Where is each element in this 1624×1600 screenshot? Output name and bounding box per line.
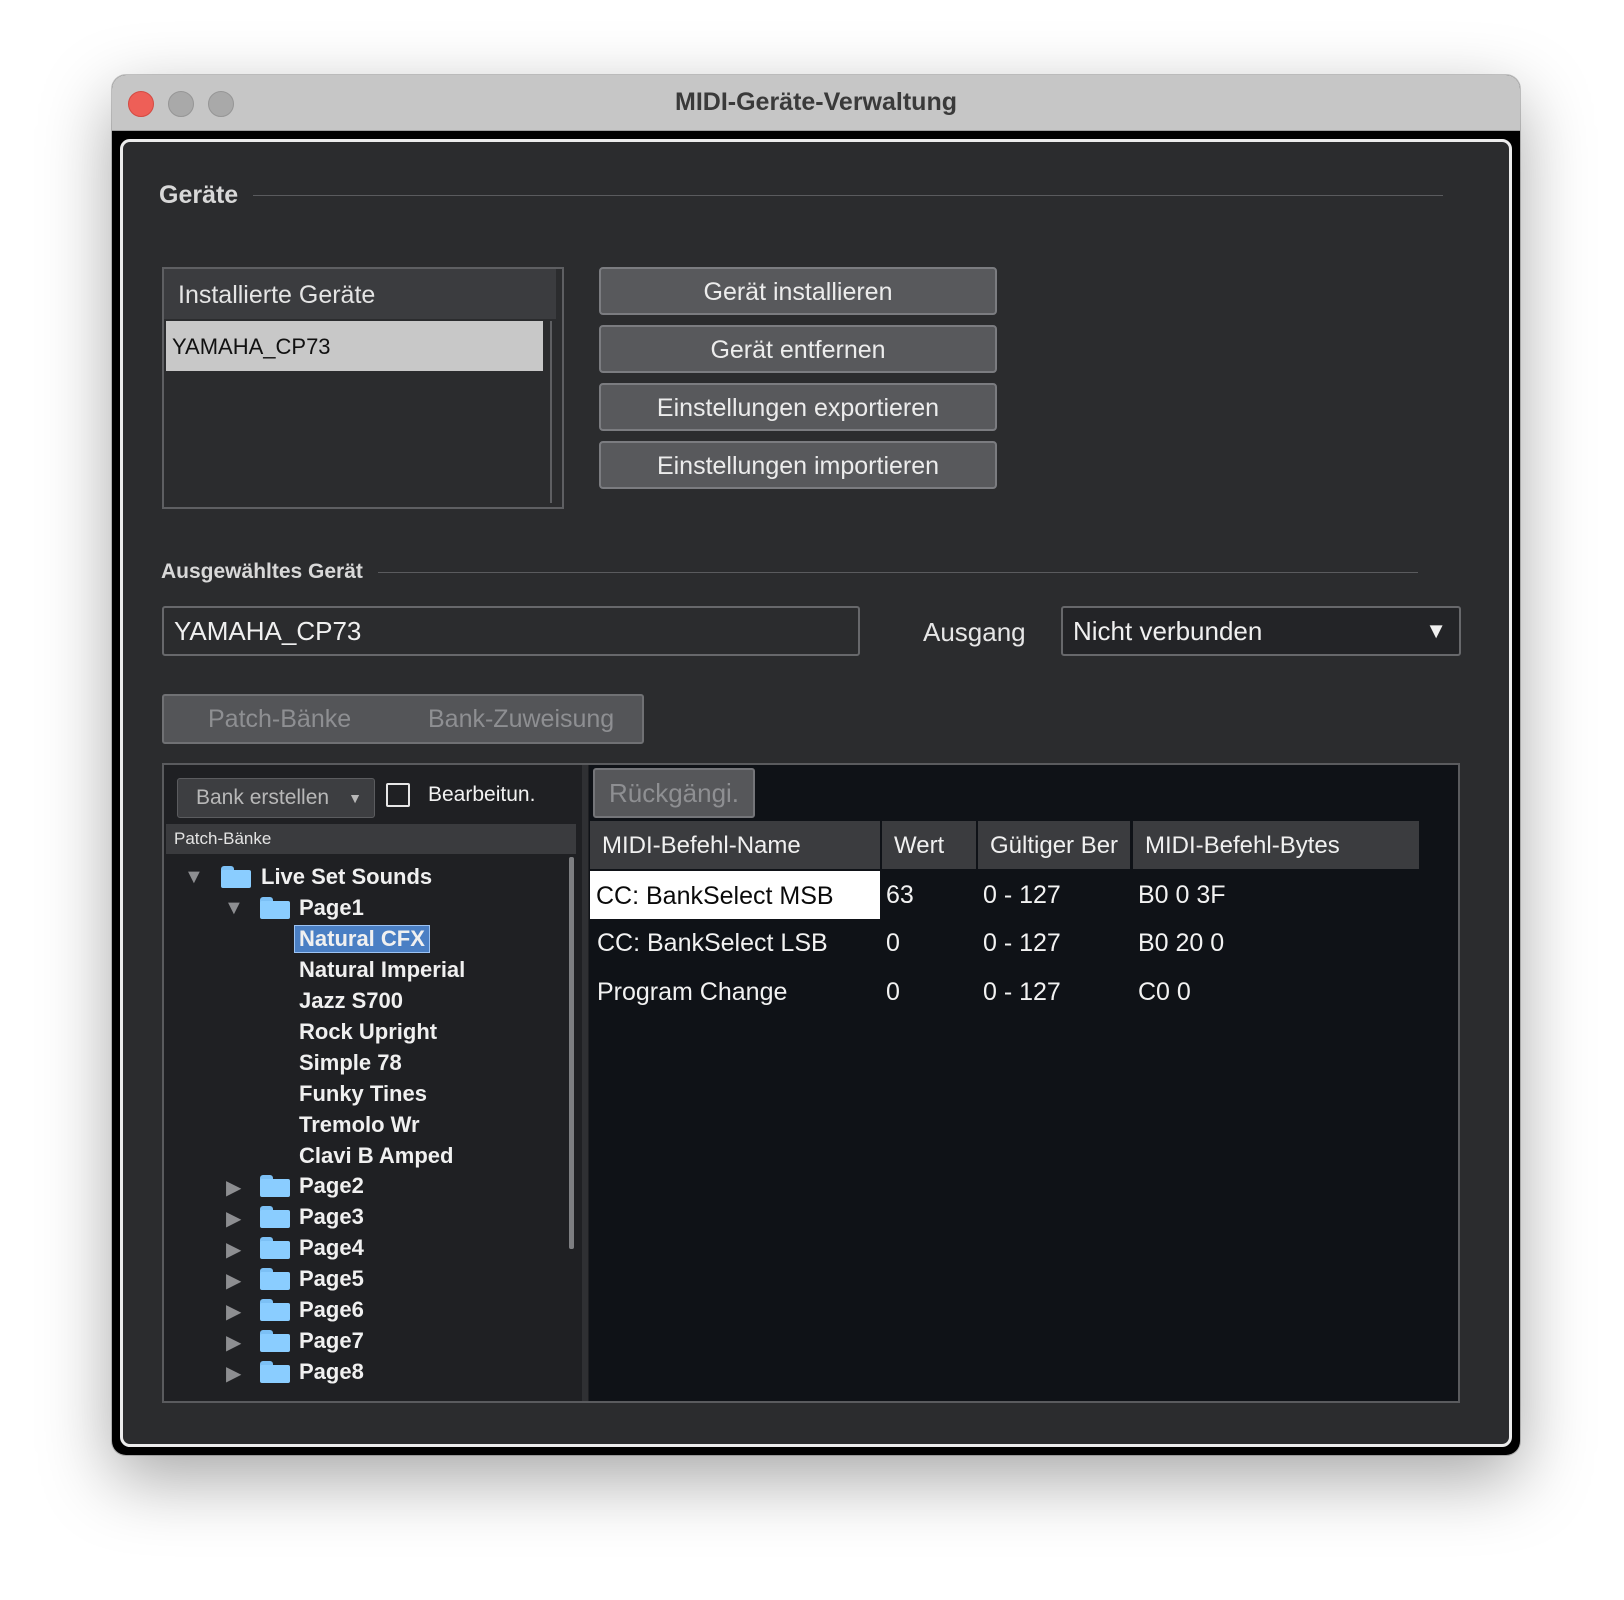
table-cell-range[interactable]: 0 - 127 <box>983 881 1061 910</box>
folder-icon <box>260 1237 290 1259</box>
table-cell-value[interactable]: 63 <box>886 881 914 910</box>
midi-device-manager-window: MIDI-Geräte-Verwaltung Geräte Installier… <box>112 75 1520 1455</box>
folder-icon <box>260 897 290 919</box>
patch-item[interactable]: Natural Imperial <box>299 957 465 983</box>
collapsed-arrow-icon[interactable]: ▶ <box>226 1206 241 1231</box>
collapsed-arrow-icon[interactable]: ▶ <box>226 1361 241 1386</box>
table-cell-value[interactable]: 0 <box>886 978 900 1007</box>
patch-item[interactable]: Natural CFX <box>294 925 430 953</box>
folder-icon <box>260 1206 290 1228</box>
edit-checkbox-label: Bearbeitun. <box>428 783 536 806</box>
patch-item[interactable]: Simple 78 <box>299 1050 402 1076</box>
folder-icon <box>260 1330 290 1352</box>
tree-root-live-set-sounds[interactable]: Live Set Sounds <box>261 864 432 890</box>
collapsed-arrow-icon[interactable]: ▶ <box>226 1237 241 1262</box>
patch-item[interactable]: Rock Upright <box>299 1019 437 1045</box>
export-settings-button[interactable]: Einstellungen exportieren <box>599 383 997 431</box>
folder-icon <box>260 1175 290 1197</box>
output-select-value: Nicht verbunden <box>1073 616 1263 646</box>
expanded-arrow-icon[interactable]: ▼ <box>184 866 204 889</box>
column-header-name[interactable]: MIDI-Befehl-Name <box>590 821 880 869</box>
tree-page[interactable]: Page6 <box>299 1297 364 1323</box>
list-scrollbar[interactable] <box>550 321 552 503</box>
patch-bank-pane: Bank erstellen ▼ Bearbeitun. Patch-Bänke… <box>164 765 589 1401</box>
tree-page1[interactable]: Page1 <box>299 895 364 921</box>
collapsed-arrow-icon[interactable]: ▶ <box>226 1330 241 1355</box>
folder-icon <box>260 1268 290 1290</box>
table-cell-name[interactable]: Program Change <box>597 978 787 1007</box>
patch-item[interactable]: Funky Tines <box>299 1081 427 1107</box>
table-cell-range[interactable]: 0 - 127 <box>983 929 1061 958</box>
edit-checkbox[interactable] <box>386 783 410 807</box>
expanded-arrow-icon[interactable]: ▼ <box>224 897 244 920</box>
table-cell-bytes[interactable]: C0 0 <box>1138 978 1191 1007</box>
column-header-bytes[interactable]: MIDI-Befehl-Bytes <box>1133 821 1419 869</box>
devices-group-title: Geräte <box>159 181 239 209</box>
folder-icon <box>260 1299 290 1321</box>
tab-patch-banks[interactable]: Patch-Bänke <box>208 696 351 742</box>
tree-page[interactable]: Page4 <box>299 1235 364 1261</box>
tree-page[interactable]: Page7 <box>299 1328 364 1354</box>
tree-page[interactable]: Page2 <box>299 1173 364 1199</box>
installed-device-item[interactable]: YAMAHA_CP73 <box>166 321 543 371</box>
window-title: MIDI-Geräte-Verwaltung <box>675 88 957 116</box>
tab-bar: Patch-Bänke Bank-Zuweisung <box>162 694 644 744</box>
column-header-range[interactable]: Gültiger Ber <box>978 821 1130 869</box>
install-device-button[interactable]: Gerät installieren <box>599 267 997 315</box>
import-settings-button[interactable]: Einstellungen importieren <box>599 441 997 489</box>
collapsed-arrow-icon[interactable]: ▶ <box>226 1268 241 1293</box>
dropdown-arrow-icon: ▼ <box>1425 618 1447 643</box>
table-cell-value[interactable]: 0 <box>886 929 900 958</box>
tab-bank-assignment[interactable]: Bank-Zuweisung <box>428 696 614 742</box>
tree-page[interactable]: Page8 <box>299 1359 364 1385</box>
table-cell-name[interactable]: CC: BankSelect MSB <box>590 871 880 919</box>
collapsed-arrow-icon[interactable]: ▶ <box>226 1175 241 1200</box>
tree-page[interactable]: Page5 <box>299 1266 364 1292</box>
selected-device-group-title: Ausgewähltes Gerät <box>161 560 363 583</box>
chevron-down-icon: ▼ <box>348 790 362 806</box>
create-bank-label: Bank erstellen <box>196 786 330 809</box>
pane-splitter[interactable] <box>582 765 588 1401</box>
table-cell-bytes[interactable]: B0 20 0 <box>1138 929 1224 958</box>
column-header-value[interactable]: Wert <box>882 821 976 869</box>
patch-item[interactable]: Clavi B Amped <box>299 1143 453 1169</box>
device-name-field[interactable]: YAMAHA_CP73 <box>162 606 860 656</box>
undo-button[interactable]: Rückgängi. <box>593 768 755 818</box>
editor-area: Bank erstellen ▼ Bearbeitun. Patch-Bänke… <box>162 763 1460 1403</box>
patch-item[interactable]: Jazz S700 <box>299 988 403 1014</box>
devices-divider <box>253 195 1443 196</box>
patch-banks-header: Patch-Bänke <box>166 824 576 854</box>
create-bank-dropdown[interactable]: Bank erstellen ▼ <box>177 778 375 818</box>
table-cell-range[interactable]: 0 - 127 <box>983 978 1061 1007</box>
tree-page[interactable]: Page3 <box>299 1204 364 1230</box>
selected-device-divider <box>378 572 1418 573</box>
collapsed-arrow-icon[interactable]: ▶ <box>226 1299 241 1324</box>
tree-scrollbar[interactable] <box>569 857 574 1249</box>
installed-devices-header: Installierte Geräte <box>164 269 556 319</box>
command-table-pane: Rückgängi. MIDI-Befehl-Name Wert Gültige… <box>589 765 1458 1401</box>
table-cell-name[interactable]: CC: BankSelect LSB <box>597 929 828 958</box>
main-panel: Geräte Installierte Geräte YAMAHA_CP73 G… <box>120 139 1512 1447</box>
folder-icon <box>221 866 251 888</box>
output-select[interactable]: Nicht verbunden ▼ <box>1061 606 1461 656</box>
folder-icon <box>260 1361 290 1383</box>
installed-devices-list[interactable]: Installierte Geräte YAMAHA_CP73 <box>162 267 564 509</box>
output-label: Ausgang <box>923 617 1026 647</box>
title-bar: MIDI-Geräte-Verwaltung <box>112 75 1520 131</box>
remove-device-button[interactable]: Gerät entfernen <box>599 325 997 373</box>
patch-item[interactable]: Tremolo Wr <box>299 1112 420 1138</box>
table-cell-bytes[interactable]: B0 0 3F <box>1138 881 1226 910</box>
